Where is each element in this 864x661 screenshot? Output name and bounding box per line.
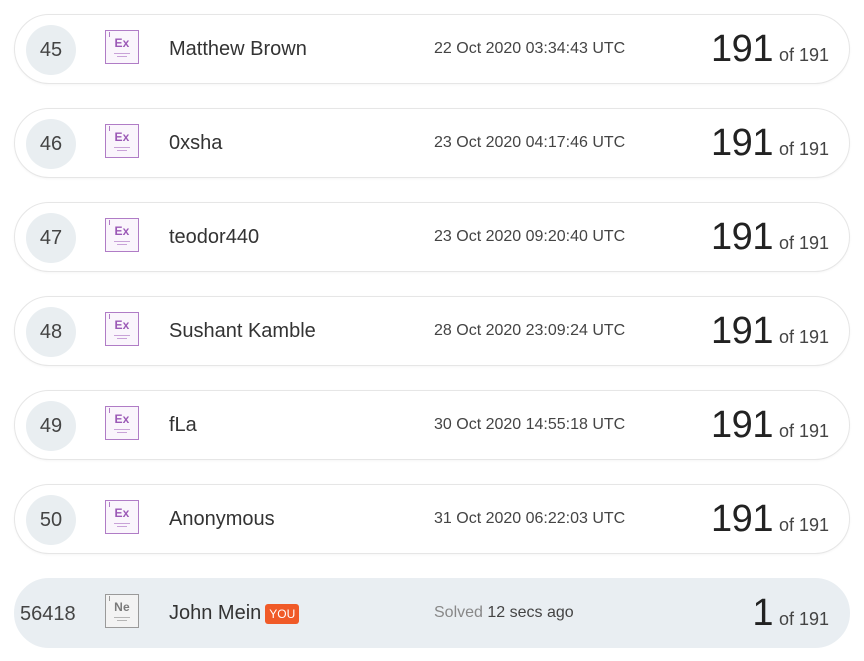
leaderboard-row[interactable]: 45 Ex Matthew Brown 22 Oct 2020 03:34:43… bbox=[14, 14, 850, 84]
rank-number: 50 bbox=[26, 495, 76, 545]
leaderboard-row[interactable]: 48 Ex Sushant Kamble 28 Oct 2020 23:09:2… bbox=[14, 296, 850, 366]
badge-abbr: Ex bbox=[114, 130, 130, 144]
expert-badge-icon: Ex bbox=[105, 218, 139, 252]
score-total: of 191 bbox=[778, 327, 829, 347]
solved-status: Solved 12 secs ago bbox=[434, 604, 574, 622]
score-value: 191 bbox=[711, 122, 773, 164]
solved-time: 12 secs ago bbox=[487, 604, 574, 621]
score: 191 of 191 bbox=[711, 122, 829, 165]
expert-badge-icon: Ex bbox=[105, 30, 139, 64]
badge-abbr: Ex bbox=[114, 224, 130, 238]
user-name[interactable]: Matthew Brown bbox=[169, 38, 307, 61]
score-total: of 191 bbox=[778, 421, 829, 441]
badge-abbr: Ex bbox=[114, 412, 130, 426]
leaderboard-row[interactable]: 46 Ex 0xsha 23 Oct 2020 04:17:46 UTC 191… bbox=[14, 108, 850, 178]
score-value: 191 bbox=[711, 404, 773, 446]
completion-date: 30 Oct 2020 14:55:18 UTC bbox=[434, 416, 626, 433]
score-value: 1 bbox=[752, 592, 773, 634]
score-value: 191 bbox=[711, 498, 773, 540]
badge-abbr: Ex bbox=[114, 36, 130, 50]
user-name[interactable]: Sushant Kamble bbox=[169, 320, 316, 343]
score-value: 191 bbox=[711, 216, 773, 258]
leaderboard-row[interactable]: 50 Ex Anonymous 31 Oct 2020 06:22:03 UTC… bbox=[14, 484, 850, 554]
expert-badge-icon: Ex bbox=[105, 500, 139, 534]
score-total: of 191 bbox=[778, 45, 829, 65]
user-name[interactable]: Anonymous bbox=[169, 508, 275, 531]
rank-number: 56418 bbox=[20, 602, 76, 625]
badge-abbr: Ne bbox=[114, 600, 130, 614]
you-badge: YOU bbox=[265, 603, 300, 624]
user-name[interactable]: 0xsha bbox=[169, 132, 222, 155]
user-name[interactable]: fLa bbox=[169, 414, 197, 437]
score-value: 191 bbox=[711, 310, 773, 352]
rank-number: 45 bbox=[26, 25, 76, 75]
score-value: 191 bbox=[711, 28, 773, 70]
completion-date: 31 Oct 2020 06:22:03 UTC bbox=[434, 510, 626, 527]
user-name[interactable]: teodor440 bbox=[169, 226, 259, 249]
user-name[interactable]: John Mein YOU bbox=[169, 602, 300, 625]
score: 191 of 191 bbox=[711, 404, 829, 447]
completion-date: 28 Oct 2020 23:09:24 UTC bbox=[434, 322, 626, 339]
expert-badge-icon: Ex bbox=[105, 406, 139, 440]
leaderboard-row[interactable]: 49 Ex fLa 30 Oct 2020 14:55:18 UTC 191 o… bbox=[14, 390, 850, 460]
completion-date: 23 Oct 2020 04:17:46 UTC bbox=[434, 134, 626, 151]
leaderboard-row[interactable]: 47 Ex teodor440 23 Oct 2020 09:20:40 UTC… bbox=[14, 202, 850, 272]
rank-number: 49 bbox=[26, 401, 76, 451]
score: 191 of 191 bbox=[711, 498, 829, 541]
completion-date: 22 Oct 2020 03:34:43 UTC bbox=[434, 40, 626, 57]
score-total: of 191 bbox=[778, 233, 829, 253]
completion-date: 23 Oct 2020 09:20:40 UTC bbox=[434, 228, 626, 245]
score: 191 of 191 bbox=[711, 310, 829, 353]
current-user-row[interactable]: 56418 Ne John Mein YOU Solved 12 secs ag… bbox=[14, 578, 850, 648]
leaderboard-list: 45 Ex Matthew Brown 22 Oct 2020 03:34:43… bbox=[0, 0, 864, 661]
score-total: of 191 bbox=[778, 515, 829, 535]
rank-number: 47 bbox=[26, 213, 76, 263]
newbie-badge-icon: Ne bbox=[105, 594, 139, 628]
badge-abbr: Ex bbox=[114, 506, 130, 520]
solved-label: Solved bbox=[434, 604, 483, 621]
score: 191 of 191 bbox=[711, 216, 829, 259]
expert-badge-icon: Ex bbox=[105, 124, 139, 158]
expert-badge-icon: Ex bbox=[105, 312, 139, 346]
score-total: of 191 bbox=[778, 139, 829, 159]
rank-number: 46 bbox=[26, 119, 76, 169]
score: 191 of 191 bbox=[711, 28, 829, 71]
rank-number: 48 bbox=[26, 307, 76, 357]
score: 1 of 191 bbox=[752, 592, 829, 635]
badge-abbr: Ex bbox=[114, 318, 130, 332]
score-total: of 191 bbox=[778, 609, 829, 629]
